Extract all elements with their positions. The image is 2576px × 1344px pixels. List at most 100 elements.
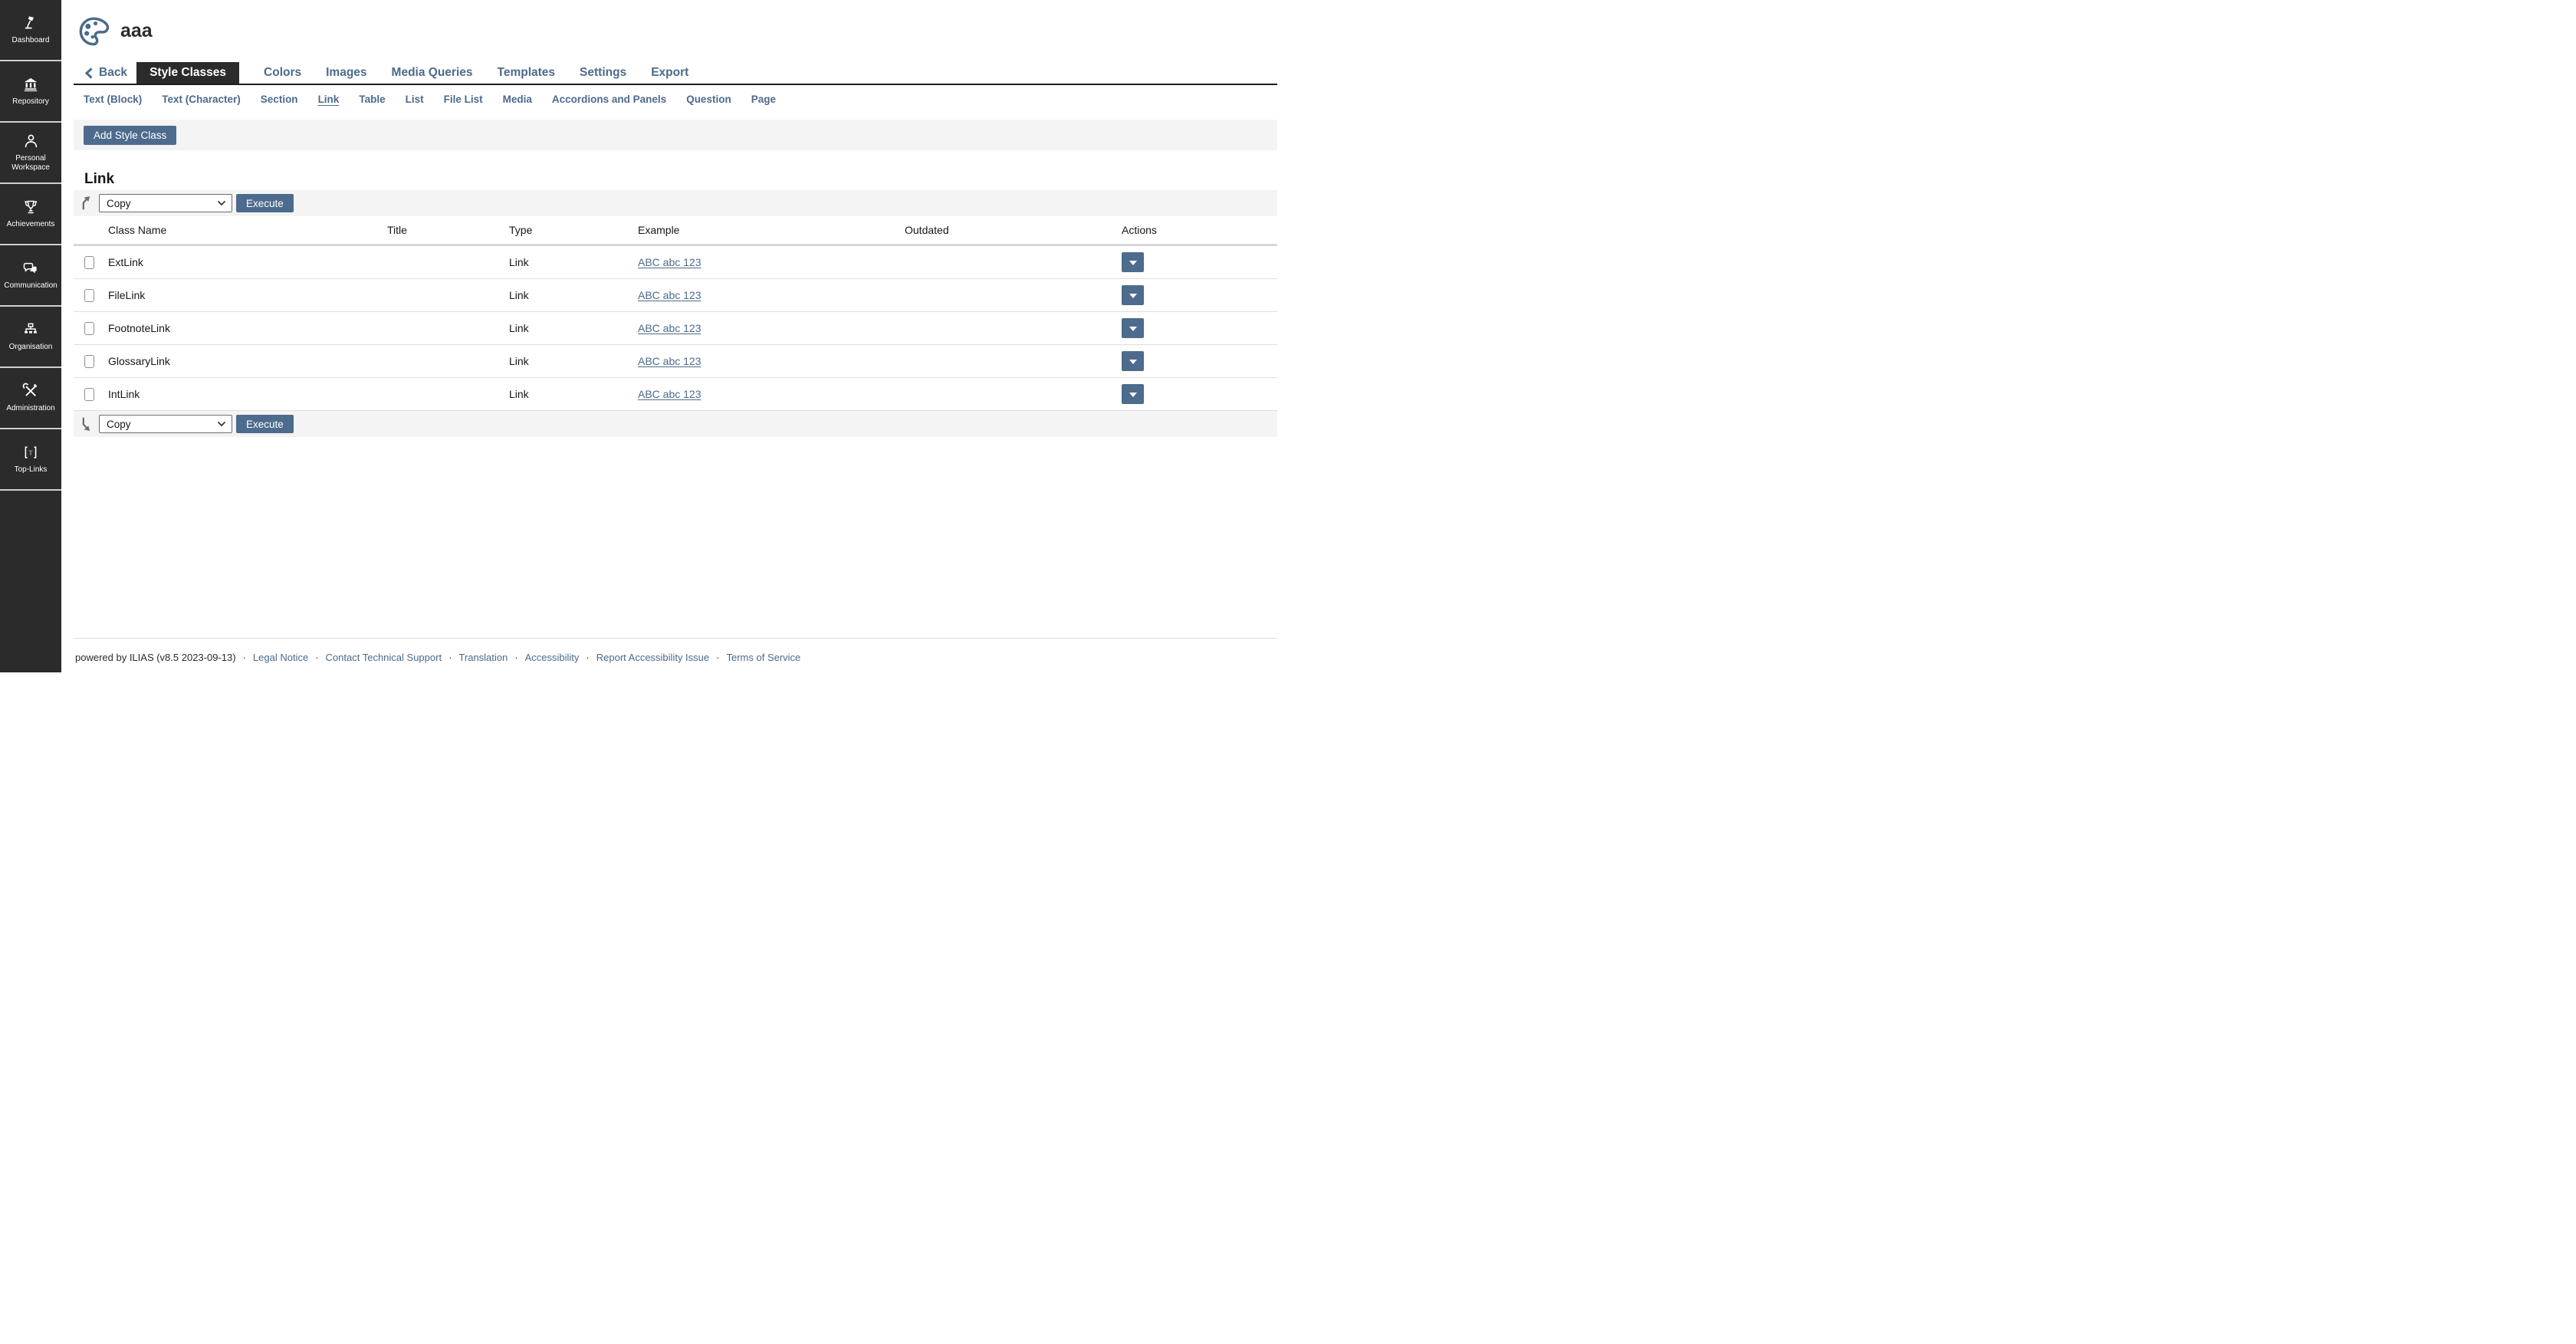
footer-link-contact-technical-support[interactable]: Contact Technical Support xyxy=(326,652,442,663)
subtab-text-character[interactable]: Text (Character) xyxy=(162,94,241,105)
toolbar: Add Style Class xyxy=(74,120,1277,150)
column-header-class-name: Class Name xyxy=(108,224,387,236)
sidebar-item-administration[interactable]: Administration xyxy=(0,368,61,429)
row-checkbox[interactable] xyxy=(84,355,94,368)
sidebar-item-top-links[interactable]: T Top-Links xyxy=(0,429,61,491)
caret-down-icon xyxy=(1129,261,1137,269)
add-style-class-button[interactable]: Add Style Class xyxy=(84,126,176,145)
row-actions-dropdown-button[interactable] xyxy=(1122,384,1144,404)
execute-button-bottom[interactable]: Execute xyxy=(236,415,294,433)
caret-down-icon xyxy=(1129,294,1137,302)
sidebar-item-label: Top-Links xyxy=(15,465,48,475)
tools-icon xyxy=(22,383,39,399)
svg-text:T: T xyxy=(28,449,33,456)
chat-bubbles-icon xyxy=(22,260,39,277)
row-checkbox[interactable] xyxy=(84,289,94,302)
footer-link-translation[interactable]: Translation xyxy=(458,652,508,663)
example-link[interactable]: ABC abc 123 xyxy=(638,388,702,400)
page-title: aaa xyxy=(120,20,153,42)
footer-link-terms-of-service[interactable]: Terms of Service xyxy=(726,652,800,663)
subtab-page[interactable]: Page xyxy=(751,94,776,105)
subtab-file-list[interactable]: File List xyxy=(444,94,483,105)
footer-link-accessibility[interactable]: Accessibility xyxy=(525,652,580,663)
example-link[interactable]: ABC abc 123 xyxy=(638,256,702,268)
bulk-actions-bottom: Copy Execute xyxy=(74,411,1277,437)
sidebar-item-personal-workspace[interactable]: Personal Workspace xyxy=(0,123,61,184)
subtab-media[interactable]: Media xyxy=(503,94,532,105)
bulk-actions-top: Copy Execute xyxy=(74,190,1277,216)
back-link[interactable]: Back xyxy=(74,62,127,84)
sidebar-item-dashboard[interactable]: Dashboard xyxy=(0,0,61,61)
sidebar-item-achievements[interactable]: Achievements xyxy=(0,184,61,245)
bulk-action-select-wrap: Copy xyxy=(99,415,232,433)
bulk-action-select[interactable]: Copy xyxy=(99,194,232,212)
sidebar-item-label: Repository xyxy=(12,97,49,107)
subtab-text-block[interactable]: Text (Block) xyxy=(84,94,142,105)
palette-logo-icon xyxy=(77,15,110,48)
type-cell: Link xyxy=(509,256,638,268)
column-header-title: Title xyxy=(387,224,509,236)
sidebar-item-organisation[interactable]: Organisation xyxy=(0,307,61,368)
row-checkbox[interactable] xyxy=(84,322,94,335)
org-chart-icon xyxy=(22,321,39,338)
tab-images[interactable]: Images xyxy=(326,62,366,84)
class-name-cell: IntLink xyxy=(108,388,387,400)
brackets-t-icon: T xyxy=(22,444,39,461)
table-row: IntLink Link ABC abc 123 xyxy=(74,378,1277,411)
caret-down-icon xyxy=(1129,393,1137,401)
row-checkbox[interactable] xyxy=(84,388,94,401)
caret-down-icon xyxy=(1129,360,1137,368)
execute-button-top[interactable]: Execute xyxy=(236,194,294,212)
footer-link-report-accessibility-issue[interactable]: Report Accessibility Issue xyxy=(596,652,709,663)
bulk-action-select[interactable]: Copy xyxy=(99,415,232,433)
chevron-left-icon xyxy=(85,67,93,79)
row-actions-dropdown-button[interactable] xyxy=(1122,285,1144,305)
class-name-cell: FootnoteLink xyxy=(108,322,387,334)
sidebar-item-label: Communication xyxy=(4,281,57,291)
tab-media-queries[interactable]: Media Queries xyxy=(392,62,473,84)
tab-colors[interactable]: Colors xyxy=(264,62,301,84)
tab-templates[interactable]: Templates xyxy=(498,62,556,84)
row-actions-dropdown-button[interactable] xyxy=(1122,252,1144,272)
powered-by-text: powered by ILIAS (v8.5 2023-09-13) xyxy=(75,652,236,663)
main-area: aaa Back Style Classes Colors Images Med… xyxy=(61,0,1288,672)
row-checkbox[interactable] xyxy=(84,256,94,269)
sidebar-item-label: Organisation xyxy=(9,343,53,353)
subtab-section[interactable]: Section xyxy=(261,94,298,105)
main-sidebar: Dashboard Repository Personal Workspace … xyxy=(0,0,61,672)
bank-icon xyxy=(22,76,39,93)
tab-style-classes[interactable]: Style Classes xyxy=(136,62,239,84)
example-link[interactable]: ABC abc 123 xyxy=(638,289,702,301)
subtab-question[interactable]: Question xyxy=(686,94,731,105)
type-cell: Link xyxy=(509,322,638,334)
type-cell: Link xyxy=(509,388,638,400)
subtab-bar: Text (Block) Text (Character) Section Li… xyxy=(74,85,1277,113)
subtab-accordions-and-panels[interactable]: Accordions and Panels xyxy=(552,94,666,105)
row-actions-dropdown-button[interactable] xyxy=(1122,351,1144,371)
class-name-cell: ExtLink xyxy=(108,256,387,268)
subtab-table[interactable]: Table xyxy=(359,94,385,105)
footer: powered by ILIAS (v8.5 2023-09-13) · Leg… xyxy=(74,638,1277,663)
caret-down-icon xyxy=(1129,327,1137,335)
tab-settings[interactable]: Settings xyxy=(580,62,626,84)
table-row: FootnoteLink Link ABC abc 123 xyxy=(74,312,1277,345)
table-row: GlossaryLink Link ABC abc 123 xyxy=(74,345,1277,378)
footer-link-legal-notice[interactable]: Legal Notice xyxy=(253,652,308,663)
sidebar-item-label: Personal Workspace xyxy=(1,154,61,173)
bulk-action-select-wrap: Copy xyxy=(99,194,232,212)
example-link[interactable]: ABC abc 123 xyxy=(638,355,702,367)
table-row: FileLink Link ABC abc 123 xyxy=(74,279,1277,312)
class-name-cell: GlossaryLink xyxy=(108,355,387,367)
subtab-link[interactable]: Link xyxy=(318,94,340,105)
column-header-example: Example xyxy=(638,224,905,236)
trophy-icon xyxy=(22,199,39,215)
arrow-down-right-icon xyxy=(80,416,93,432)
subtab-list[interactable]: List xyxy=(406,94,424,105)
row-actions-dropdown-button[interactable] xyxy=(1122,318,1144,338)
example-link[interactable]: ABC abc 123 xyxy=(638,322,702,334)
sidebar-item-label: Administration xyxy=(6,404,54,414)
sidebar-item-communication[interactable]: Communication xyxy=(0,245,61,307)
topbar: aaa xyxy=(61,0,1288,62)
tab-export[interactable]: Export xyxy=(651,62,688,84)
sidebar-item-repository[interactable]: Repository xyxy=(0,61,61,123)
